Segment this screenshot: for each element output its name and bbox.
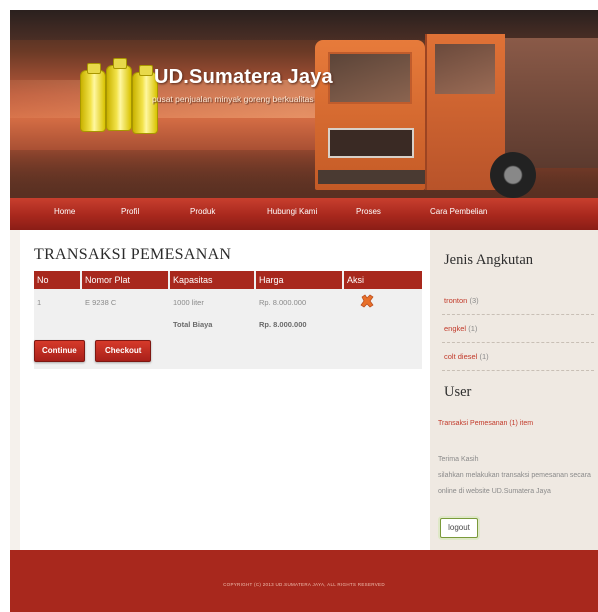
nav-item-hubungi-kami[interactable]: Hubungi Kami: [267, 207, 317, 216]
total-label: Total Biaya: [173, 320, 213, 329]
page-title: TRANSAKSI PEMESANAN: [34, 246, 232, 263]
divider: [442, 342, 594, 343]
cell-kapasitas: 1000 liter: [173, 298, 204, 307]
column-header-aksi: Aksi: [344, 271, 422, 289]
logout-button[interactable]: logout: [440, 518, 478, 538]
copyright-text: COPYRIGHT (C) 2013 UD.SUMATERA JAYA, ALL…: [223, 582, 385, 587]
order-table: No Nomor Plat Kapasitas Harga Aksi 1 E 9…: [34, 271, 422, 369]
column-header-kapasitas: Kapasitas: [170, 271, 254, 289]
sidebar-item-label: tronton: [444, 296, 468, 305]
cell-no: 1: [37, 298, 42, 307]
site-title: UD.Sumatera Jaya: [154, 66, 333, 88]
checkout-button[interactable]: Checkout: [95, 340, 152, 362]
cell-harga: Rp. 8.000.000: [259, 298, 307, 307]
truck-bumper-image: [318, 170, 426, 184]
main-content: TRANSAKSI PEMESANAN No Nomor Plat Kapasi…: [20, 230, 430, 550]
sidebar-item-engkel[interactable]: engkel (1): [444, 324, 477, 333]
main-nav: Home Profil Produk Hubungi Kami Proses C…: [10, 198, 598, 230]
message-text-line1: silahkan melakukan transaksi pemesanan s…: [438, 472, 591, 479]
total-value: Rp. 8.000.000: [259, 320, 307, 329]
sidebar-item-count: (3): [469, 296, 479, 305]
table-header: No Nomor Plat Kapasitas Harga Aksi: [34, 271, 422, 289]
page: UD.Sumatera Jaya pusat penjualan minyak …: [10, 10, 598, 612]
footer: COPYRIGHT (C) 2013 UD.SUMATERA JAYA, ALL…: [10, 550, 598, 612]
divider: [442, 370, 594, 371]
delete-icon[interactable]: [360, 294, 374, 308]
thanks-text: Terima Kasih: [438, 456, 479, 463]
nav-item-profil[interactable]: Profil: [121, 207, 139, 216]
cell-nomor-plat: E 9238 C: [85, 298, 117, 307]
sidebar-item-colt-diesel[interactable]: colt diesel (1): [444, 352, 489, 361]
sidebar-item-label: colt diesel: [444, 352, 478, 361]
oil-bottle-icon: [106, 58, 132, 131]
message-text-line2: online di website UD.Sumatera Jaya: [438, 488, 551, 495]
nav-item-cara-pembelian[interactable]: Cara Pembelian: [430, 207, 487, 216]
continue-button[interactable]: Continue: [34, 340, 85, 362]
sidebar-item-count: (1): [479, 352, 489, 361]
column-header-no: No: [34, 271, 80, 289]
header-banner: UD.Sumatera Jaya pusat penjualan minyak …: [10, 10, 598, 198]
sidebar-heading-user: User: [444, 384, 472, 400]
truck-cargo-image: [505, 38, 598, 168]
sidebar-heading-jenis-angkutan: Jenis Angkutan: [444, 252, 534, 268]
sidebar: Jenis Angkutan tronton (3) engkel (1) co…: [430, 230, 598, 550]
nav-item-produk[interactable]: Produk: [190, 207, 215, 216]
truck-wheel-image: [490, 152, 536, 198]
oil-bottle-icon: [80, 63, 106, 132]
sidebar-item-count: (1): [468, 324, 478, 333]
sidebar-item-label: engkel: [444, 324, 467, 333]
site-tagline: pusat penjualan minyak goreng berkualita…: [152, 94, 314, 104]
truck-grille-image: [328, 128, 414, 158]
divider: [442, 314, 594, 315]
sidebar-item-tronton[interactable]: tronton (3): [444, 296, 479, 305]
column-header-nomor-plat: Nomor Plat: [82, 271, 168, 289]
column-header-harga: Harga: [256, 271, 342, 289]
orders-link[interactable]: Transaksi Pemesanan (1) item: [438, 420, 533, 427]
banner-sky: [10, 10, 598, 40]
nav-item-proses[interactable]: Proses: [356, 207, 381, 216]
truck-windshield-image: [328, 52, 412, 104]
nav-item-home[interactable]: Home: [54, 207, 75, 216]
truck-door-window-image: [435, 44, 495, 94]
